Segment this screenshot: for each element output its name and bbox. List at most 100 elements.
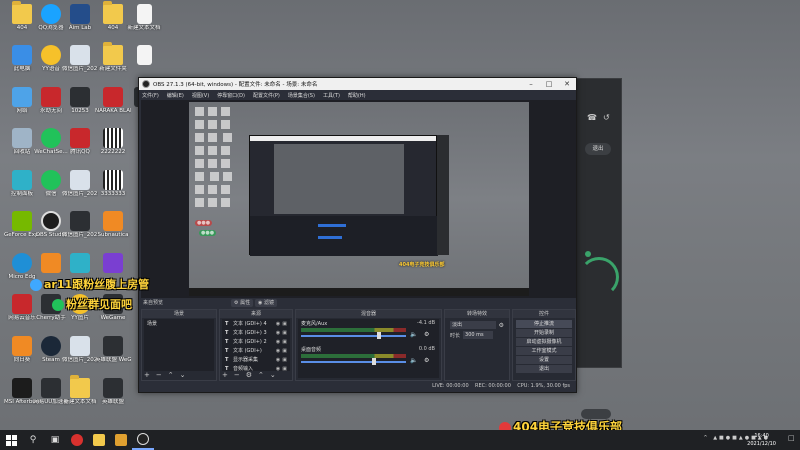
duration-input[interactable]: 300 ms	[463, 331, 494, 339]
obs-logo-icon	[142, 80, 150, 88]
desktop-icon[interactable]: 新建文本文档	[62, 375, 98, 416]
speaker-icon[interactable]: 🔈	[410, 331, 417, 338]
desktop-icon[interactable]: 10253	[62, 85, 98, 125]
desktop-icon-label: 英雄联盟	[101, 399, 124, 405]
mini-banner: 404电子竞技俱乐部	[399, 262, 445, 268]
lock-icon[interactable]: ▣	[282, 357, 287, 363]
desktop-icon[interactable]: 微信图片_2021102...	[62, 168, 98, 208]
source-item[interactable]: T 文本 (GDI+) 2 ◉ ▣	[222, 337, 290, 346]
desktop-icon[interactable]: 2222222	[95, 126, 131, 166]
move-down-icon[interactable]: ⌄	[180, 371, 186, 379]
volume-slider[interactable]	[301, 361, 406, 363]
share-icon[interactable]: ↺	[603, 113, 610, 122]
volume-knob[interactable]	[372, 358, 377, 365]
close-icon[interactable]: ✕	[558, 80, 576, 88]
filters-button[interactable]: ◉ 滤镜	[255, 299, 277, 307]
speaker-icon[interactable]: 🔈	[410, 357, 417, 364]
volume-meter	[301, 328, 406, 332]
obs-titlebar[interactable]: OBS 27.1.3 (64-bit, windows) - 配置文件: 未命名…	[139, 78, 576, 90]
folder-icon	[103, 1, 123, 24]
volume-knob[interactable]	[376, 332, 381, 339]
desktop-icon[interactable]: 英雄联盟 WeGame版	[95, 334, 131, 374]
channel-settings-icon[interactable]: ⚙	[424, 357, 429, 364]
eye-icon[interactable]: ◉	[276, 321, 280, 327]
eye-icon[interactable]: ◉	[276, 330, 280, 336]
desktop-icon[interactable]: 微信图片_2021102...	[62, 209, 98, 249]
wechat-bubble-icon	[52, 299, 64, 311]
control-button[interactable]: 退出	[516, 365, 572, 373]
progress-ring	[579, 257, 619, 297]
add-scene-icon[interactable]: +	[144, 371, 150, 379]
network-icon	[12, 87, 32, 107]
scene-item[interactable]: 场景	[144, 319, 214, 328]
clock[interactable]: 16:40 2021/12/10	[747, 432, 776, 448]
app-icon	[41, 253, 61, 273]
properties-button[interactable]: ⚙ 属性	[231, 299, 254, 307]
menu-item[interactable]: 停靠窗口(D)	[217, 92, 245, 99]
task-view-icon[interactable]: ▣	[44, 430, 66, 450]
desktop-icon[interactable]: Aim Lab	[62, 2, 98, 42]
sources-list[interactable]: T 文本 (GDI+) 4 ◉ ▣ T 文本 (GDI+) 3 ◉ ▣ T 文本 (GDI+) 2…	[222, 319, 290, 372]
desktop-icon[interactable]: 新建文本文档	[126, 2, 162, 42]
menu-item[interactable]: 编辑(E)	[167, 92, 184, 99]
move-up-icon[interactable]: ⌃	[168, 371, 174, 379]
control-button[interactable]: 工作室模式	[516, 347, 572, 355]
transition-settings-icon[interactable]: ⚙	[499, 322, 504, 329]
notification-icon[interactable]: □	[788, 434, 798, 446]
eye-icon[interactable]: ◉	[276, 348, 280, 354]
control-button[interactable]: 启动虚拟摄像机	[516, 338, 572, 346]
channel-settings-icon[interactable]: ⚙	[424, 331, 429, 338]
maximize-icon[interactable]: □	[540, 80, 558, 88]
transition-select[interactable]: 淡出	[450, 321, 496, 329]
menu-item[interactable]: 工具(T)	[323, 92, 340, 99]
source-item[interactable]: T 文本 (GDI+) 4 ◉ ▣	[222, 319, 290, 328]
move-down-icon[interactable]: ⌄	[270, 371, 276, 379]
taskbar-app-obs[interactable]	[132, 430, 154, 450]
lock-icon[interactable]: ▣	[282, 339, 287, 345]
desktop-icon-label: WeGame	[100, 315, 126, 321]
scenes-list[interactable]: 场景	[144, 319, 214, 371]
source-item[interactable]: T 文本 (GDI+) ◉ ▣	[222, 346, 290, 355]
menu-item[interactable]: 帮助(H)	[348, 92, 366, 99]
obs-window[interactable]: OBS 27.1.3 (64-bit, windows) - 配置文件: 未命名…	[138, 77, 577, 393]
taskbar-app-store[interactable]	[110, 430, 132, 450]
desktop-icon-label: 腾讯QQ	[70, 149, 90, 155]
taskbar-app-netease[interactable]	[66, 430, 88, 450]
desktop-icon[interactable]: 英雄联盟	[95, 376, 131, 416]
search-icon[interactable]: ⚲	[22, 430, 44, 450]
eye-icon[interactable]: ◉	[276, 357, 280, 363]
add-source-icon[interactable]: +	[222, 371, 228, 379]
menu-item[interactable]: 场景集合(S)	[288, 92, 315, 99]
desktop-icon[interactable]: 微信图片_2021102...	[62, 43, 98, 83]
lock-icon[interactable]: ▣	[282, 348, 287, 354]
lol-icon	[103, 336, 123, 356]
menu-item[interactable]: 文件(F)	[142, 92, 159, 99]
preview-canvas[interactable]: ●●● ●●● 404电子竞技俱乐部	[141, 100, 576, 298]
control-button[interactable]: 设置	[516, 356, 572, 364]
exit-button[interactable]: 退出	[585, 143, 611, 155]
folder-icon	[103, 42, 123, 65]
lock-icon[interactable]: ▣	[282, 321, 287, 327]
recycle-bin-icon	[12, 128, 32, 148]
source-settings-icon[interactable]: ⚙	[246, 371, 252, 379]
move-up-icon[interactable]: ⌃	[258, 371, 264, 379]
remove-scene-icon[interactable]: −	[156, 371, 162, 379]
bell-icon[interactable]: ☎	[587, 113, 597, 122]
menu-item[interactable]: 视图(V)	[192, 92, 209, 99]
desktop-icon[interactable]: 3333333	[95, 168, 131, 208]
eye-icon[interactable]: ◉	[276, 339, 280, 345]
lock-icon[interactable]: ▣	[282, 330, 287, 336]
start-button[interactable]	[0, 430, 22, 450]
control-button[interactable]: 开始录制	[516, 329, 572, 337]
source-item[interactable]: T 显示器采集 ◉ ▣	[222, 355, 290, 364]
remove-source-icon[interactable]: −	[234, 371, 240, 379]
desktop-icon[interactable]: 微信图片_2021102...	[62, 334, 98, 374]
desktop-icon[interactable]: Subnautica	[95, 209, 131, 249]
minimize-icon[interactable]: –	[522, 80, 540, 88]
volume-slider[interactable]	[301, 335, 406, 337]
desktop-icon[interactable]: 腾讯QQ	[62, 126, 98, 166]
source-item[interactable]: T 文本 (GDI+) 3 ◉ ▣	[222, 328, 290, 337]
control-button[interactable]: 停止推流	[516, 320, 572, 328]
menu-item[interactable]: 配置文件(P)	[253, 92, 280, 99]
taskbar-app-explorer[interactable]	[88, 430, 110, 450]
